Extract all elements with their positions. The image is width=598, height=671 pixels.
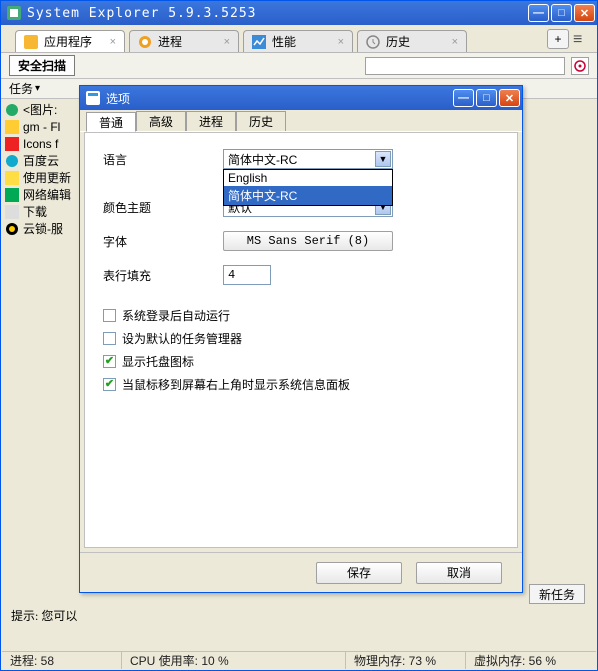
maximize-button[interactable]: □	[551, 4, 572, 22]
list-item[interactable]: <图片:	[5, 101, 75, 118]
chevron-down-icon: ▾	[35, 83, 40, 94]
hamburger-menu-icon[interactable]: ≡	[573, 31, 591, 49]
list-item[interactable]: Icons f	[5, 135, 75, 152]
tab-close-icon[interactable]: ×	[224, 36, 230, 48]
tray-icon-checkbox[interactable]: ✔ 显示托盘图标	[103, 353, 499, 370]
history-icon	[366, 35, 380, 49]
tab-label: 进程	[158, 33, 182, 50]
status-bar: 进程: 58 CPU 使用率: 10 % 物理内存: 73 % 虚拟内存: 56…	[2, 651, 596, 669]
tab-history[interactable]: 历史 ×	[357, 30, 467, 52]
tab-apps[interactable]: 应用程序 ×	[15, 30, 125, 52]
language-dropdown: English 简体中文-RC	[223, 169, 393, 206]
language-option-zh[interactable]: 简体中文-RC	[224, 186, 392, 205]
dialog-tab-general[interactable]: 普通	[86, 112, 136, 132]
checkbox-icon: ✔	[103, 378, 116, 391]
dialog-close-button[interactable]: ✕	[499, 89, 520, 107]
font-button[interactable]: MS Sans Serif (8)	[223, 231, 393, 251]
theme-label: 颜色主题	[103, 199, 223, 216]
autostart-checkbox[interactable]: 系统登录后自动运行	[103, 307, 499, 324]
dialog-minimize-button[interactable]: —	[453, 89, 474, 107]
list-item[interactable]: gm - Fl	[5, 118, 75, 135]
status-mem: 物理内存: 73 %	[346, 652, 466, 669]
dialog-tab-process[interactable]: 进程	[186, 111, 236, 131]
tab-processes[interactable]: 进程 ×	[129, 30, 239, 52]
toolbar: 安全扫描	[1, 53, 597, 79]
tab-label: 历史	[386, 33, 410, 50]
perf-icon	[252, 35, 266, 49]
minimize-button[interactable]: —	[528, 4, 549, 22]
status-vmem: 虚拟内存: 56 %	[466, 652, 596, 669]
hint-text: 提示: 您可以	[11, 607, 77, 624]
dialog-title: 选项	[106, 90, 453, 107]
font-label: 字体	[103, 233, 223, 250]
task-list: <图片: gm - Fl Icons f 百度云 使用更新 网络编辑 下载 云锁…	[5, 101, 75, 237]
tab-strip: 应用程序 × 进程 × 性能 × 历史 × + ≡	[1, 25, 597, 53]
row-padding-input[interactable]	[223, 265, 271, 285]
window-title: System Explorer 5.9.3.5253	[27, 6, 528, 21]
corner-panel-checkbox[interactable]: ✔ 当鼠标移到屏幕右上角时显示系统信息面板	[103, 376, 499, 393]
apps-icon	[24, 35, 38, 49]
list-item[interactable]: 百度云	[5, 152, 75, 169]
list-item[interactable]: 使用更新	[5, 169, 75, 186]
search-input[interactable]	[365, 57, 565, 75]
language-label: 语言	[103, 151, 223, 168]
tab-performance[interactable]: 性能 ×	[243, 30, 353, 52]
options-dialog: 选项 — □ ✕ 普通 高级 进程 历史 语言 简体中文-RC ▼ En	[79, 85, 523, 593]
default-taskmgr-checkbox[interactable]: 设为默认的任务管理器	[103, 330, 499, 347]
process-icon	[138, 35, 152, 49]
status-processes: 进程: 58	[2, 652, 122, 669]
status-cpu: CPU 使用率: 10 %	[122, 652, 346, 669]
dialog-icon	[86, 91, 100, 105]
dialog-tab-advanced[interactable]: 高级	[136, 111, 186, 131]
tab-close-icon[interactable]: ×	[338, 36, 344, 48]
tab-close-icon[interactable]: ×	[110, 36, 116, 48]
padding-label: 表行填充	[103, 267, 223, 284]
save-button[interactable]: 保存	[316, 562, 402, 584]
checkbox-icon	[103, 309, 116, 322]
language-option-english[interactable]: English	[224, 170, 392, 186]
dialog-tabs: 普通 高级 进程 历史	[80, 110, 522, 132]
safe-scan-button[interactable]: 安全扫描	[9, 55, 75, 76]
tab-label: 应用程序	[44, 33, 92, 50]
dialog-body: 语言 简体中文-RC ▼ English 简体中文-RC 颜色主题 默认 ▼ 字…	[84, 132, 518, 548]
new-task-button[interactable]: 新任务	[529, 584, 585, 604]
tab-close-icon[interactable]: ×	[452, 36, 458, 48]
cancel-button[interactable]: 取消	[416, 562, 502, 584]
language-combo[interactable]: 简体中文-RC ▼	[223, 149, 393, 169]
checkbox-icon	[103, 332, 116, 345]
dialog-titlebar: 选项 — □ ✕	[80, 86, 522, 110]
app-icon	[7, 6, 21, 20]
target-icon[interactable]	[571, 57, 589, 75]
checkbox-icon: ✔	[103, 355, 116, 368]
chevron-down-icon: ▼	[375, 151, 391, 167]
tab-label: 性能	[272, 33, 296, 50]
list-item[interactable]: 云锁-服	[5, 220, 75, 237]
tasks-label: 任务	[9, 80, 33, 97]
dialog-maximize-button[interactable]: □	[476, 89, 497, 107]
list-item[interactable]: 下载	[5, 203, 75, 220]
close-button[interactable]: ✕	[574, 4, 595, 22]
main-titlebar: System Explorer 5.9.3.5253 — □ ✕	[1, 1, 597, 25]
dialog-footer: 保存 取消	[80, 552, 522, 592]
list-item[interactable]: 网络编辑	[5, 186, 75, 203]
add-tab-button[interactable]: +	[547, 29, 569, 49]
dialog-tab-history[interactable]: 历史	[236, 111, 286, 131]
